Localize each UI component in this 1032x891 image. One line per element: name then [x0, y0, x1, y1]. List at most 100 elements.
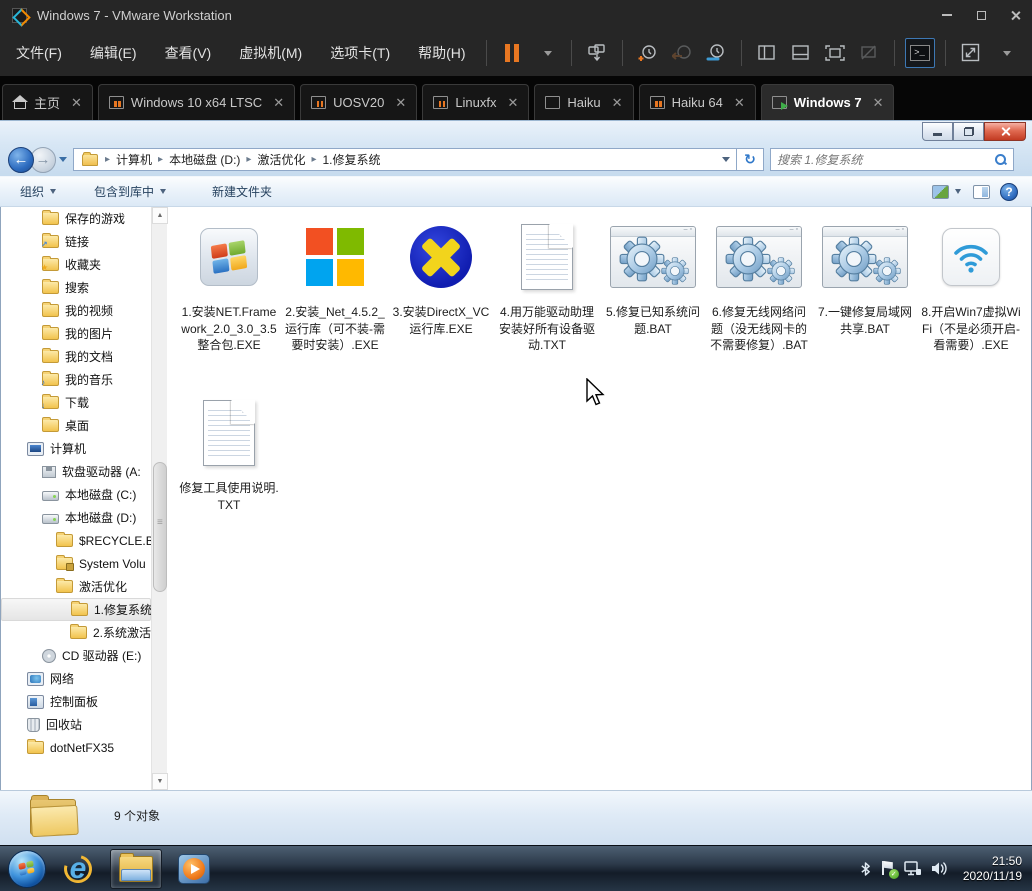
- scroll-up-icon[interactable]: ▲: [152, 207, 168, 224]
- sidebar-item-my-videos[interactable]: 我的视频: [1, 299, 151, 322]
- tab-close-icon[interactable]: ✕: [395, 95, 406, 111]
- toggle-thumbnail-bar-button[interactable]: [786, 38, 816, 68]
- tab-haiku-64[interactable]: Haiku 64 ✕: [639, 84, 756, 120]
- organize-button[interactable]: 组织: [10, 178, 66, 205]
- network-icon[interactable]: [904, 861, 922, 876]
- file-item-4[interactable]: 4.用万能驱动助理安装好所有设备驱动.TXT: [494, 210, 600, 386]
- tab-close-icon[interactable]: ✕: [273, 95, 284, 111]
- take-snapshot-button[interactable]: [633, 38, 663, 68]
- explorer-close-button[interactable]: [984, 122, 1026, 141]
- explorer-restore-button[interactable]: [953, 122, 984, 141]
- new-folder-button[interactable]: 新建文件夹: [202, 178, 282, 205]
- search-input[interactable]: [777, 153, 995, 167]
- sidebar-item-links[interactable]: 链接: [1, 230, 151, 253]
- tab-close-icon[interactable]: ✕: [734, 95, 745, 111]
- sidebar-item-network[interactable]: 网络: [1, 667, 151, 690]
- sidebar-item-drive-c[interactable]: 本地磁盘 (C:): [1, 483, 151, 506]
- power-dropdown[interactable]: [531, 38, 561, 68]
- taskbar-wmp-button[interactable]: [168, 849, 220, 889]
- sidebar-item-jihuo-youhua[interactable]: 激活优化: [1, 575, 151, 598]
- tab-uosv20[interactable]: UOSV20 ✕: [300, 84, 417, 120]
- console-view-button[interactable]: >_: [905, 38, 935, 68]
- breadcrumb-computer[interactable]: 计算机: [113, 149, 155, 170]
- file-item-8[interactable]: 8.开启Win7虚拟WiFi（不是必须开启-看需要）.EXE: [918, 210, 1024, 386]
- toggle-library-button[interactable]: [752, 38, 782, 68]
- tab-close-icon[interactable]: ✕: [873, 95, 884, 111]
- menu-tabs[interactable]: 选项卡(T): [318, 37, 402, 69]
- tab-close-icon[interactable]: ✕: [612, 95, 623, 111]
- vmware-minimize-button[interactable]: [930, 0, 964, 30]
- sidebar-item-system-volume[interactable]: System Volu: [1, 552, 151, 575]
- breadcrumb-current-folder[interactable]: 1.修复系统: [319, 149, 383, 170]
- send-ctrl-alt-del-button[interactable]: [582, 38, 612, 68]
- address-bar[interactable]: ▸ 计算机 ▸ 本地磁盘 (D:) ▸ 激活优化 ▸ 1.修复系统: [73, 148, 737, 171]
- back-button[interactable]: ←: [8, 147, 34, 173]
- menu-edit[interactable]: 编辑(E): [78, 37, 149, 69]
- file-item-3[interactable]: 3.安装DirectX_VC运行库.EXE: [388, 210, 494, 386]
- sidebar-item-repair-system[interactable]: 1.修复系统: [1, 598, 151, 621]
- vmware-close-button[interactable]: [998, 0, 1032, 30]
- sidebar-item-floppy-a[interactable]: 软盘驱动器 (A:: [1, 460, 151, 483]
- sidebar-item-computer[interactable]: 计算机: [1, 437, 151, 460]
- fullscreen-button[interactable]: [820, 38, 850, 68]
- sidebar-item-my-pictures[interactable]: 我的图片: [1, 322, 151, 345]
- address-dropdown-icon[interactable]: [722, 157, 730, 162]
- stretch-guest-button[interactable]: [956, 38, 986, 68]
- taskbar-explorer-button[interactable]: [110, 849, 162, 889]
- file-item-7[interactable]: 7.一键修复局域网共享.BAT: [812, 210, 918, 386]
- taskbar-ie-button[interactable]: e: [52, 849, 104, 889]
- sidebar-item-drive-d[interactable]: 本地磁盘 (D:): [1, 506, 151, 529]
- file-item-5[interactable]: 5.修复已知系统问题.BAT: [600, 210, 706, 386]
- breadcrumb-jihuo-youhua[interactable]: 激活优化: [254, 149, 308, 170]
- bluetooth-icon[interactable]: [860, 861, 871, 877]
- taskbar-clock[interactable]: 21:50 2020/11/19: [957, 854, 1022, 884]
- menu-file[interactable]: 文件(F): [4, 37, 74, 69]
- breadcrumb-drive-d[interactable]: 本地磁盘 (D:): [166, 149, 243, 170]
- start-button[interactable]: [8, 850, 46, 888]
- scroll-down-icon[interactable]: ▼: [152, 773, 168, 790]
- menu-help[interactable]: 帮助(H): [406, 37, 477, 69]
- sidebar-item-desktop[interactable]: 桌面: [1, 414, 151, 437]
- tab-linuxfx[interactable]: Linuxfx ✕: [422, 84, 529, 120]
- sidebar-item-recycle-bin[interactable]: 回收站: [1, 713, 151, 736]
- file-item-9[interactable]: 修复工具使用说明.TXT: [176, 386, 282, 562]
- vmware-maximize-button[interactable]: [964, 0, 998, 30]
- tab-close-icon[interactable]: ✕: [71, 95, 82, 111]
- preview-pane-button[interactable]: [973, 185, 990, 199]
- tab-windows-7[interactable]: Windows 7 ✕: [761, 84, 895, 120]
- file-item-6[interactable]: 6.修复无线网络问题（没无线网卡的不需要修复）.BAT: [706, 210, 812, 386]
- sidebar-item-dotnetfx35[interactable]: dotNetFX35: [1, 736, 151, 759]
- action-center-icon[interactable]: ✓: [880, 861, 895, 876]
- scrollbar-thumb[interactable]: [153, 462, 167, 592]
- sidebar-item-recycle-folder[interactable]: $RECYCLE.B: [1, 529, 151, 552]
- sidebar-item-my-music[interactable]: 我的音乐: [1, 368, 151, 391]
- sidebar-scrollbar[interactable]: ▲ ▼: [151, 207, 167, 790]
- search-box[interactable]: [770, 148, 1014, 171]
- include-in-library-button[interactable]: 包含到库中: [84, 178, 176, 205]
- speaker-icon[interactable]: [931, 861, 948, 876]
- manage-snapshots-button[interactable]: [701, 38, 731, 68]
- sidebar-item-system-activate[interactable]: 2.系统激活: [1, 621, 151, 644]
- tab-haiku[interactable]: Haiku ✕: [534, 84, 633, 120]
- sidebar-item-control-panel[interactable]: 控制面板: [1, 690, 151, 713]
- change-view-button[interactable]: [930, 181, 963, 203]
- file-item-2[interactable]: 2.安装_Net_4.5.2_运行库（可不装-需要时安装）.EXE: [282, 210, 388, 386]
- tab-home[interactable]: 主页 ✕: [2, 84, 93, 120]
- stretch-dropdown[interactable]: [990, 38, 1020, 68]
- sidebar-item-my-documents[interactable]: 我的文档: [1, 345, 151, 368]
- help-button[interactable]: ?: [1000, 183, 1018, 201]
- sidebar-item-cd-drive-e[interactable]: CD 驱动器 (E:): [1, 644, 151, 667]
- refresh-button[interactable]: ↻: [737, 148, 764, 171]
- tab-close-icon[interactable]: ✕: [508, 95, 519, 111]
- file-item-1[interactable]: 1.安装NET.Framework_2.0_3.0_3.5整合包.EXE: [176, 210, 282, 386]
- sidebar-item-searches[interactable]: 搜索: [1, 276, 151, 299]
- explorer-minimize-button[interactable]: [922, 122, 953, 141]
- menu-vm[interactable]: 虚拟机(M): [227, 37, 314, 69]
- recent-pages-dropdown[interactable]: [59, 157, 67, 162]
- pause-vm-button[interactable]: [497, 38, 527, 68]
- sidebar-item-favorites[interactable]: 收藏夹: [1, 253, 151, 276]
- menu-view[interactable]: 查看(V): [153, 37, 224, 69]
- sidebar-item-downloads[interactable]: 下载: [1, 391, 151, 414]
- sidebar-item-saved-games[interactable]: 保存的游戏: [1, 207, 151, 230]
- tab-windows-10-x64-ltsc[interactable]: Windows 10 x64 LTSC ✕: [98, 84, 295, 120]
